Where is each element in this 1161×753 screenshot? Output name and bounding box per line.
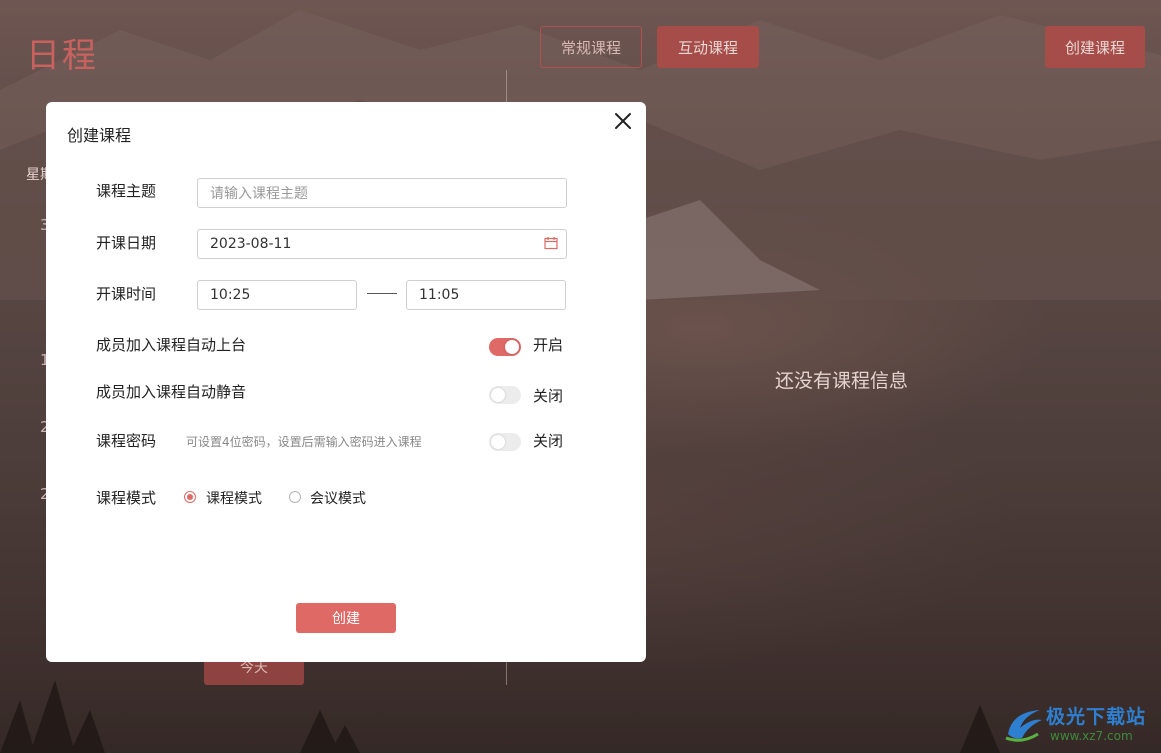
- auto-stage-state: 开启: [533, 336, 564, 354]
- password-label: 课程密码: [96, 432, 157, 450]
- course-mode-radio[interactable]: [184, 491, 196, 503]
- start-time-input[interactable]: 10:25: [197, 280, 357, 310]
- create-course-button[interactable]: 创建课程: [1045, 26, 1145, 68]
- tab-interactive-course[interactable]: 互动课程: [657, 26, 759, 68]
- close-icon[interactable]: [612, 110, 634, 132]
- auto-stage-label: 成员加入课程自动上台: [96, 336, 247, 354]
- password-hint: 可设置4位密码，设置后需输入密码进入课程: [186, 435, 422, 449]
- toggle-knob: [491, 388, 505, 402]
- dialog-title: 创建课程: [67, 126, 132, 145]
- topic-input[interactable]: 请输入课程主题: [197, 178, 567, 208]
- empty-course-message: 还没有课程信息: [775, 370, 909, 392]
- meeting-mode-label[interactable]: 会议模式: [310, 488, 366, 508]
- date-input[interactable]: 2023-08-11: [197, 229, 567, 259]
- end-time-input[interactable]: 11:05: [406, 280, 566, 310]
- password-state: 关闭: [533, 432, 564, 450]
- toggle-knob: [505, 340, 519, 354]
- watermark-name: 极光下载站: [1046, 706, 1147, 728]
- password-toggle[interactable]: [489, 433, 521, 451]
- topic-label: 课程主题: [96, 182, 157, 200]
- tab-regular-course[interactable]: 常规课程: [540, 26, 642, 68]
- time-range-separator: [367, 293, 397, 294]
- mode-label: 课程模式: [96, 489, 157, 507]
- create-course-dialog: 创建课程 课程主题 请输入课程主题 开课日期 2023-08-11 开课时间 1…: [46, 102, 646, 662]
- auto-stage-toggle[interactable]: [489, 338, 521, 356]
- meeting-mode-radio[interactable]: [289, 491, 301, 503]
- watermark-logo-icon: [1005, 710, 1042, 742]
- date-label: 开课日期: [96, 234, 157, 252]
- auto-mute-label: 成员加入课程自动静音: [96, 383, 247, 401]
- course-mode-label[interactable]: 课程模式: [206, 488, 262, 508]
- watermark: 极光下载站 www.xz7.com: [1000, 700, 1158, 748]
- auto-mute-toggle[interactable]: [489, 386, 521, 404]
- watermark-url: www.xz7.com: [1050, 729, 1133, 743]
- time-label: 开课时间: [96, 285, 157, 303]
- calendar-icon[interactable]: [544, 236, 558, 250]
- submit-create-button[interactable]: 创建: [296, 603, 396, 633]
- toggle-knob: [491, 435, 505, 449]
- auto-mute-state: 关闭: [533, 387, 564, 405]
- app-title: 日程: [26, 36, 98, 76]
